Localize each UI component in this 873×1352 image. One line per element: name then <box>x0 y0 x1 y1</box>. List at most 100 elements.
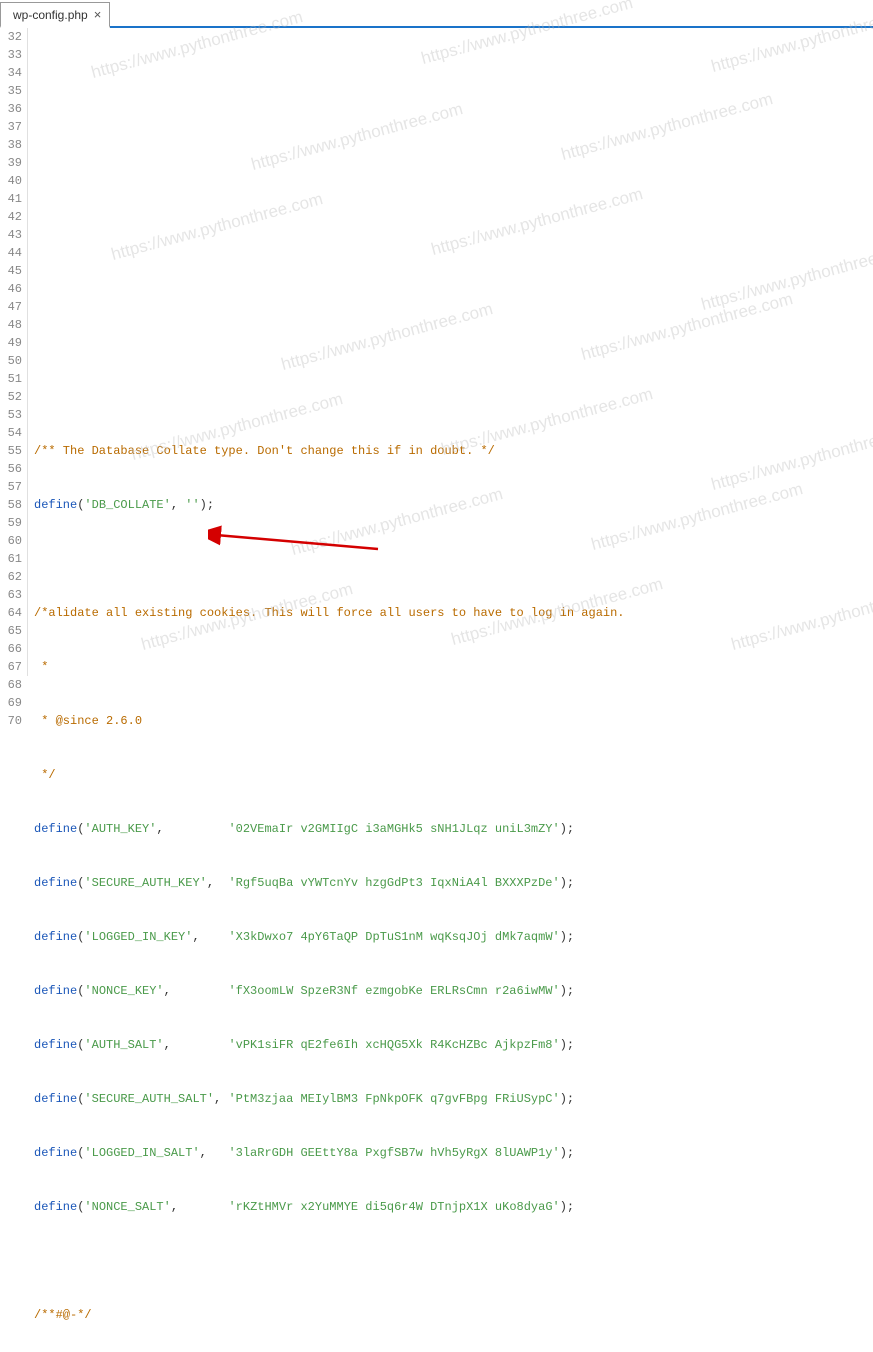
code-comment: * <box>34 660 48 674</box>
code-token: 'NONCE_SALT' <box>84 1200 170 1214</box>
line-number: 67 <box>0 658 22 676</box>
code-token: 'LOGGED_IN_SALT' <box>84 1146 199 1160</box>
line-number: 48 <box>0 316 22 334</box>
code-token: define <box>34 930 77 944</box>
code-token: 'Rgf5uqBa vYWTcnYv hzgGdPt3 IqxNiA4l BXX… <box>228 876 559 890</box>
line-number: 36 <box>0 100 22 118</box>
watermark: https://www.pythonthree.com <box>109 190 325 264</box>
code-token: define <box>34 498 77 512</box>
line-number: 66 <box>0 640 22 658</box>
code-token: 'AUTH_SALT' <box>84 1038 163 1052</box>
watermark: https://www.pythonthree.com <box>279 300 495 374</box>
code-comment: */ <box>34 768 56 782</box>
code-token: 'NONCE_KEY' <box>84 984 163 998</box>
code-token: ); <box>560 1038 574 1052</box>
line-number: 58 <box>0 496 22 514</box>
line-number: 42 <box>0 208 22 226</box>
code-token: 'rKZtHMVr x2YuMMYE di5q6r4W DTnjpX1X uKo… <box>228 1200 559 1214</box>
code-token: ); <box>560 930 574 944</box>
code-token: '' <box>185 498 199 512</box>
line-number: 44 <box>0 244 22 262</box>
line-number: 61 <box>0 550 22 568</box>
code-token: 'AUTH_KEY' <box>84 822 156 836</box>
watermark: https://www.pythonthree.com <box>429 185 645 259</box>
code-token: define <box>34 1038 77 1052</box>
line-number: 59 <box>0 514 22 532</box>
line-number: 43 <box>0 226 22 244</box>
code-editor[interactable]: 3233343536373839404142434445464748495051… <box>0 28 873 676</box>
line-number: 45 <box>0 262 22 280</box>
code-token: 'SECURE_AUTH_SALT' <box>84 1092 214 1106</box>
code-token <box>171 1038 229 1052</box>
code-token: 'SECURE_AUTH_KEY' <box>84 876 206 890</box>
line-number: 50 <box>0 352 22 370</box>
line-number: 33 <box>0 46 22 64</box>
line-number: 41 <box>0 190 22 208</box>
line-number: 63 <box>0 586 22 604</box>
code-token: ); <box>560 876 574 890</box>
line-number: 34 <box>0 64 22 82</box>
line-number: 55 <box>0 442 22 460</box>
code-token: ); <box>560 1200 574 1214</box>
code-token <box>214 876 228 890</box>
code-area[interactable]: https://www.pythonthree.com https://www.… <box>28 28 873 676</box>
line-number: 46 <box>0 280 22 298</box>
code-token: define <box>34 822 77 836</box>
code-token: '02VEmaIr v2GMIIgC i3aMGHk5 sNH1JLqz uni… <box>228 822 559 836</box>
code-token: define <box>34 1200 77 1214</box>
tab-filename: wp-config.php <box>13 8 88 22</box>
line-number: 62 <box>0 568 22 586</box>
line-number: 54 <box>0 424 22 442</box>
line-number: 39 <box>0 154 22 172</box>
code-token: '3laRrGDH GEEttY8a PxgfSB7w hVh5yRgX 8lU… <box>228 1146 559 1160</box>
code-token <box>200 930 229 944</box>
line-number: 65 <box>0 622 22 640</box>
line-number-gutter: 3233343536373839404142434445464748495051… <box>0 28 28 676</box>
watermark: https://www.pythonthree.com <box>579 290 795 364</box>
line-number: 69 <box>0 694 22 712</box>
line-number: 53 <box>0 406 22 424</box>
file-tab[interactable]: wp-config.php × <box>0 2 110 28</box>
code-token: 'vPK1siFR qE2fe6Ih xcHQG5Xk R4KcHZBc Ajk… <box>228 1038 559 1052</box>
line-number: 35 <box>0 82 22 100</box>
code-token <box>178 1200 228 1214</box>
code-comment: /**#@-*/ <box>34 1308 92 1322</box>
code-token: define <box>34 984 77 998</box>
line-number: 37 <box>0 118 22 136</box>
code-token: define <box>34 1092 77 1106</box>
line-number: 56 <box>0 460 22 478</box>
watermark: https://www.pythonthree.com <box>699 240 873 314</box>
close-icon[interactable]: × <box>94 8 102 21</box>
line-number: 70 <box>0 712 22 730</box>
line-number: 57 <box>0 478 22 496</box>
line-number: 60 <box>0 532 22 550</box>
code-token: ); <box>200 498 214 512</box>
watermark: https://www.pythonthree.com <box>589 480 805 554</box>
watermark: https://www.pythonthree.com <box>249 100 465 174</box>
line-number: 38 <box>0 136 22 154</box>
code-token <box>171 984 229 998</box>
code-token: ); <box>560 1092 574 1106</box>
code-comment: * @since 2.6.0 <box>34 714 142 728</box>
code-token: ); <box>560 1146 574 1160</box>
line-number: 47 <box>0 298 22 316</box>
tab-bar: wp-config.php × <box>0 0 873 28</box>
code-token: define <box>34 1146 77 1160</box>
code-token: 'LOGGED_IN_KEY' <box>84 930 192 944</box>
code-comment: /*alidate all existing cookies. This wil… <box>34 606 625 620</box>
line-number: 51 <box>0 370 22 388</box>
code-token: 'X3kDwxo7 4pY6TaQP DpTuS1nM wqKsqJOj dMk… <box>228 930 559 944</box>
code-token: define <box>34 876 77 890</box>
line-number: 64 <box>0 604 22 622</box>
code-token: 'PtM3zjaa MEIylBM3 FpNkpOFK q7gvFBpg FRi… <box>228 1092 559 1106</box>
code-token <box>164 822 229 836</box>
code-comment: /** The Database Collate type. Don't cha… <box>34 444 495 458</box>
watermark: https://www.pythonthree.com <box>559 90 775 164</box>
code-token <box>207 1146 229 1160</box>
line-number: 40 <box>0 172 22 190</box>
code-token: 'fX3oomLW SpzeR3Nf ezmgobKe ERLRsCmn r2a… <box>228 984 559 998</box>
line-number: 68 <box>0 676 22 694</box>
line-number: 52 <box>0 388 22 406</box>
code-token: ); <box>560 822 574 836</box>
code-token: 'DB_COLLATE' <box>84 498 170 512</box>
